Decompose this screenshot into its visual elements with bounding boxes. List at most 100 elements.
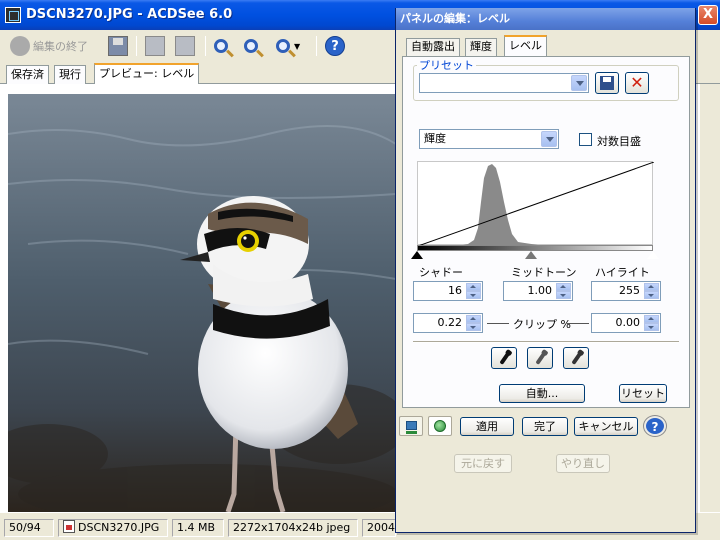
channel-value: 輝度 (424, 132, 446, 145)
spin-up-icon[interactable] (466, 315, 481, 323)
next-image-icon (175, 36, 195, 56)
filesize-cell: 1.4 MB (172, 519, 224, 537)
toolbar-separator (205, 36, 206, 56)
save-disk-icon (108, 36, 128, 56)
spin-down-icon[interactable] (644, 291, 659, 299)
panel-title-bar: パネルの編集：レベル (396, 8, 695, 30)
tab-preview-levels[interactable]: プレビュー: レベル (94, 63, 200, 85)
zoom-out-button[interactable] (244, 34, 264, 58)
window-close-button[interactable]: X (698, 5, 718, 25)
preset-group-label: プリセット (417, 57, 476, 73)
zoom-in-button[interactable] (214, 34, 234, 58)
filename-cell: DSCN3270.JPG (58, 519, 168, 537)
gray-eyedropper-icon (535, 351, 547, 365)
spin-down-icon[interactable] (466, 323, 481, 331)
shadow-label: シャドー (419, 266, 463, 279)
delete-preset-button[interactable]: ✕ (625, 72, 649, 94)
clip-left-value: 0.22 (437, 316, 463, 329)
levels-panel-body: プリセット ✕ 輝度 対数目盛 シャドー ミッドトーン ハイライト 16 1.0… (402, 56, 690, 408)
next-image-button[interactable] (175, 34, 195, 58)
spin-up-icon[interactable] (644, 315, 659, 323)
chevron-down-icon (571, 75, 587, 91)
spin-up-icon[interactable] (556, 283, 571, 291)
panel-separator (413, 341, 679, 343)
shadow-value-input[interactable]: 16 (413, 281, 483, 301)
undo-button[interactable]: 元に戻す (454, 454, 512, 473)
highlight-slider-handle[interactable] (646, 250, 660, 260)
edit-panel-levels: パネルの編集：レベル 自動露出 輝度 レベル プリセット ✕ 輝度 対数目盛 シ… (395, 8, 696, 533)
midtone-spinner[interactable] (556, 283, 571, 299)
panel-help-button[interactable]: ? (644, 416, 666, 436)
clip-right-value: 0.00 (615, 316, 641, 329)
clip-right-spinner[interactable] (644, 315, 659, 331)
help-button[interactable]: ? (325, 34, 345, 58)
done-button[interactable]: 完了 (522, 417, 568, 436)
tab-brightness[interactable]: 輝度 (465, 38, 497, 56)
acdsee-app-icon[interactable] (5, 7, 21, 23)
tab-levels[interactable]: レベル (504, 35, 547, 57)
globe-icon (434, 420, 446, 432)
clip-line-right (567, 323, 589, 324)
photo-little-ringed-plover (8, 94, 396, 512)
preset-dropdown[interactable] (419, 73, 589, 93)
save-button[interactable] (108, 34, 128, 58)
chevron-down-icon: ▼ (294, 41, 301, 51)
shadow-slider-handle[interactable] (411, 251, 423, 259)
date-cell: 2004 (362, 519, 396, 537)
shadow-spinner[interactable] (466, 283, 481, 299)
histogram-plot (417, 161, 655, 247)
auto-levels-button[interactable]: 自動... (499, 384, 585, 403)
previous-image-button[interactable] (145, 34, 165, 58)
highlight-label: ハイライト (595, 266, 650, 279)
clip-left-spinner[interactable] (466, 315, 481, 331)
zoom-in-icon (214, 39, 228, 53)
clip-highlight-input[interactable]: 0.00 (591, 313, 661, 333)
finish-edit-button[interactable]: 編集の終了 (10, 34, 88, 58)
clip-line-left (487, 323, 509, 324)
toolbar-separator (316, 36, 317, 56)
previous-image-icon (145, 36, 165, 56)
jpeg-file-icon (63, 520, 75, 533)
tab-auto-exposure[interactable]: 自動露出 (406, 38, 460, 56)
midtone-value: 1.00 (527, 284, 553, 297)
dimensions-cell: 2272x1704x24b jpeg (228, 519, 358, 537)
shadow-value: 16 (448, 284, 462, 297)
zoom-options-button[interactable]: ▼ (276, 34, 300, 58)
redo-button[interactable]: やり直し (556, 454, 610, 473)
preview-toggle-button[interactable] (428, 416, 452, 436)
black-point-eyedropper-button[interactable] (491, 347, 517, 369)
white-point-eyedropper-button[interactable] (563, 347, 589, 369)
midtone-value-input[interactable]: 1.00 (503, 281, 573, 301)
tab-saved[interactable]: 保存済 (6, 65, 49, 84)
log-scale-checkbox[interactable] (579, 133, 592, 146)
save-preset-button[interactable] (595, 72, 619, 94)
spin-down-icon[interactable] (556, 291, 571, 299)
vertical-scrollbar[interactable] (700, 84, 720, 512)
highlight-spinner[interactable] (644, 283, 659, 299)
spin-down-icon[interactable] (644, 323, 659, 331)
image-position-indicator: 50/94 (4, 519, 54, 537)
clip-shadow-input[interactable]: 0.22 (413, 313, 483, 333)
histogram-graph[interactable] (417, 161, 655, 247)
reset-button[interactable]: リセット (619, 384, 667, 403)
highlight-value-input[interactable]: 255 (591, 281, 661, 301)
toolbar-separator (136, 36, 137, 56)
gray-point-eyedropper-button[interactable] (527, 347, 553, 369)
spin-up-icon[interactable] (466, 283, 481, 291)
clip-percent-label: クリップ % (513, 318, 571, 331)
tab-current[interactable]: 現行 (54, 65, 86, 84)
midtone-label: ミッドトーン (511, 266, 577, 279)
midtone-slider-handle[interactable] (525, 251, 537, 259)
monitor-icon (406, 421, 417, 434)
compare-view-button[interactable] (399, 416, 423, 436)
channel-dropdown[interactable]: 輝度 (419, 129, 559, 149)
black-eyedropper-icon (499, 351, 511, 365)
highlight-value: 255 (619, 284, 640, 297)
finish-edit-icon (10, 36, 30, 56)
cancel-button[interactable]: キャンセル (574, 417, 638, 436)
bird-photo-illustration (8, 94, 396, 512)
spin-down-icon[interactable] (466, 291, 481, 299)
spin-up-icon[interactable] (644, 283, 659, 291)
apply-button[interactable]: 適用 (460, 417, 514, 436)
filename-text: DSCN3270.JPG (78, 521, 160, 534)
